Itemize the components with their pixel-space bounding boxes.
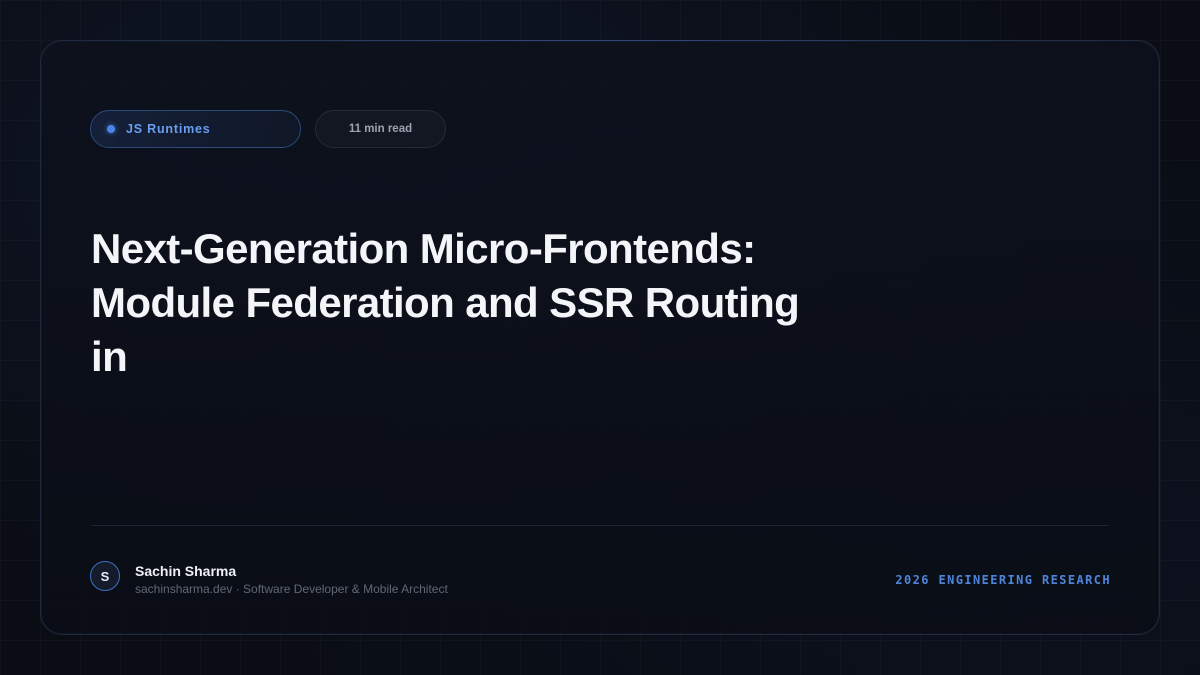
author-name: Sachin Sharma (135, 563, 237, 579)
footer-tag: 2026 ENGINEERING RESEARCH (895, 573, 1111, 587)
og-image-page: JS Runtimes 11 min read Next-Generation … (0, 0, 1200, 675)
author-meta: sachinsharma.dev · Software Developer & … (135, 582, 448, 596)
article-card: JS Runtimes 11 min read Next-Generation … (40, 40, 1160, 635)
category-label: JS Runtimes (126, 122, 211, 136)
category-chip[interactable]: JS Runtimes (90, 110, 301, 148)
title-line-2: Module Federation and SSR Routing (91, 279, 800, 326)
category-dot-icon (107, 125, 115, 133)
read-time-chip: 11 min read (315, 110, 446, 148)
title-line-1: Next-Generation Micro-Frontends: (91, 225, 756, 272)
read-time-label: 11 min read (348, 123, 413, 135)
title-line-3: in (91, 333, 128, 380)
author-avatar[interactable]: S (90, 561, 120, 591)
article-title: Next-Generation Micro-Frontends: Module … (91, 222, 851, 384)
footer-divider (91, 525, 1109, 526)
